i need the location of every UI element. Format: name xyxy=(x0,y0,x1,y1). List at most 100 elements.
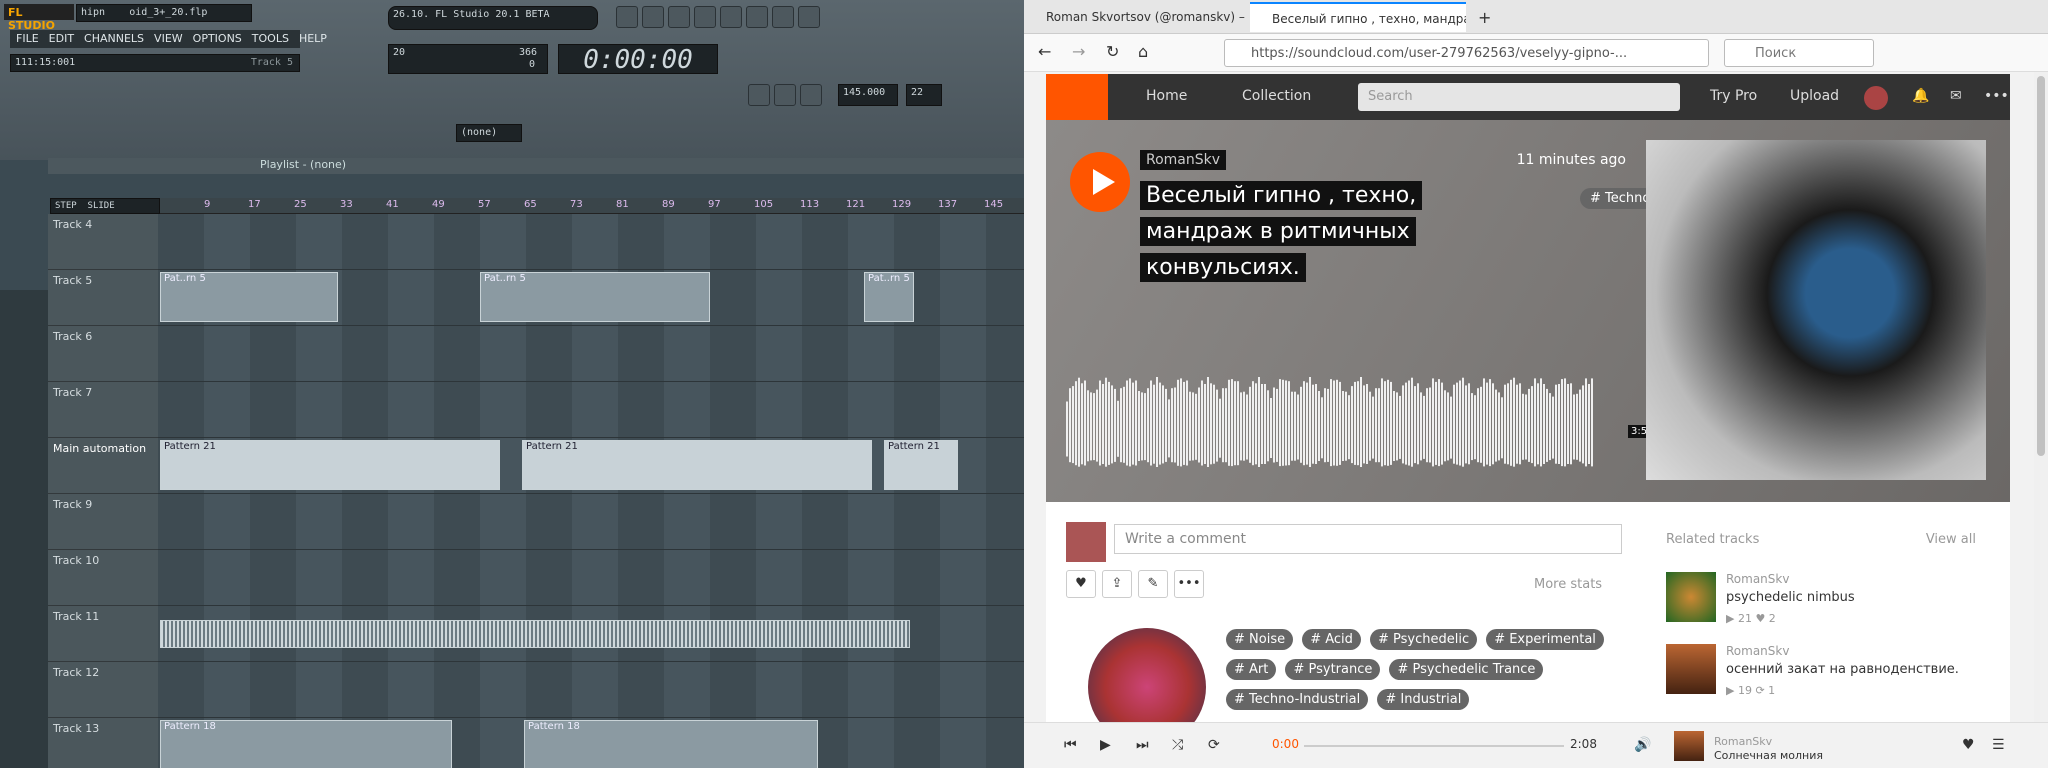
waveform-bar[interactable] xyxy=(1480,386,1482,463)
track-header[interactable]: Track 10 xyxy=(48,550,158,606)
waveform-bar[interactable] xyxy=(1249,386,1251,463)
waveform-bar[interactable] xyxy=(1504,384,1506,464)
waveform-bar[interactable] xyxy=(1465,385,1467,464)
pattern-number[interactable]: 22 xyxy=(906,84,942,106)
user-avatar[interactable] xyxy=(1864,86,1888,110)
waveform-bar[interactable] xyxy=(1369,391,1371,461)
menu-view[interactable]: VIEW xyxy=(154,32,183,46)
track-artist[interactable]: RomanSkv xyxy=(1140,150,1227,170)
edit-icon[interactable]: ✎ xyxy=(1138,570,1168,598)
pattern-clip[interactable] xyxy=(160,620,910,648)
next-icon[interactable]: ⏭ xyxy=(1136,737,1149,753)
scroll-thumb[interactable] xyxy=(2037,76,2045,456)
tag-psychedelic-trance[interactable]: # Psychedelic Trance xyxy=(1389,659,1544,680)
waveform-bar[interactable] xyxy=(1351,386,1353,464)
waveform-bar[interactable] xyxy=(1573,394,1575,460)
track-lane[interactable] xyxy=(158,550,1024,606)
waveform-bar[interactable] xyxy=(1102,384,1104,464)
track-lane[interactable] xyxy=(158,382,1024,438)
waveform-bar[interactable] xyxy=(1531,386,1533,464)
waveform[interactable] xyxy=(1066,360,1598,470)
waveform-bar[interactable] xyxy=(1483,378,1485,467)
waveform-bar[interactable] xyxy=(1261,384,1263,464)
waveform-bar[interactable] xyxy=(1147,388,1149,463)
waveform-bar[interactable] xyxy=(1393,391,1395,461)
waveform-bar[interactable] xyxy=(1273,387,1275,463)
waveform-bar[interactable] xyxy=(1198,387,1200,463)
waveform-bar[interactable] xyxy=(1549,393,1551,461)
waveform-bar[interactable] xyxy=(1528,388,1530,462)
pattern-clip[interactable]: Pattern 18 xyxy=(524,720,818,768)
waveform-bar[interactable] xyxy=(1399,395,1401,459)
waveform-bar[interactable] xyxy=(1291,391,1293,461)
waveform-bar[interactable] xyxy=(1387,379,1389,466)
comment-input[interactable]: Write a comment xyxy=(1114,524,1622,554)
waveform-bar[interactable] xyxy=(1522,393,1524,460)
waveform-bar[interactable] xyxy=(1204,384,1206,464)
waveform-bar[interactable] xyxy=(1459,380,1461,466)
track-lane[interactable] xyxy=(158,326,1024,382)
none-select[interactable]: (none) xyxy=(456,124,522,142)
volume-icon[interactable]: 🔊 xyxy=(1634,737,1651,753)
waveform-bar[interactable] xyxy=(1312,384,1314,464)
step-slide-toggle[interactable]: STEP SLIDE xyxy=(50,198,160,214)
waveform-bar[interactable] xyxy=(1210,383,1212,465)
prev-icon[interactable]: ⏮ xyxy=(1064,737,1077,753)
waveform-bar[interactable] xyxy=(1501,397,1503,459)
waveform-bar[interactable] xyxy=(1267,390,1269,462)
pattern-clip[interactable]: Pat..rn 5 xyxy=(864,272,914,322)
waveform-bar[interactable] xyxy=(1540,378,1542,467)
menu-tools[interactable]: TOOLS xyxy=(252,32,289,46)
player-like-icon[interactable]: ♥ xyxy=(1962,737,1975,753)
mixer-button[interactable] xyxy=(694,6,716,28)
render-button[interactable] xyxy=(668,6,690,28)
waveform-bar[interactable] xyxy=(1165,388,1167,462)
playlist-title[interactable]: Playlist - (none) xyxy=(260,158,346,171)
waveform-bar[interactable] xyxy=(1357,381,1359,466)
track-header[interactable]: Track 11 xyxy=(48,606,158,662)
waveform-bar[interactable] xyxy=(1264,384,1266,464)
waveform-bar[interactable] xyxy=(1159,382,1161,465)
waveform-bar[interactable] xyxy=(1156,377,1158,467)
page-scrollbar[interactable] xyxy=(2034,72,2048,722)
track-header[interactable]: Track 6 xyxy=(48,326,158,382)
waveform-bar[interactable] xyxy=(1456,382,1458,465)
track-lane[interactable] xyxy=(158,606,1024,662)
waveform-bar[interactable] xyxy=(1432,378,1434,467)
related-user[interactable]: RomanSkv xyxy=(1726,572,1789,586)
related-user[interactable]: RomanSkv xyxy=(1726,644,1789,658)
tag-experimental[interactable]: # Experimental xyxy=(1486,629,1604,650)
waveform-bar[interactable] xyxy=(1468,383,1470,465)
waveform-bar[interactable] xyxy=(1246,394,1248,460)
waveform-bar[interactable] xyxy=(1222,388,1224,463)
waveform-bar[interactable] xyxy=(1372,396,1374,459)
automation-clip[interactable]: Pattern 21 xyxy=(522,440,872,490)
waveform-bar[interactable] xyxy=(1117,400,1119,457)
waveform-bar[interactable] xyxy=(1591,378,1593,467)
waveform-bar[interactable] xyxy=(1195,393,1197,460)
waveform-bar[interactable] xyxy=(1324,388,1326,463)
waveform-bar[interactable] xyxy=(1450,396,1452,459)
waveform-bar[interactable] xyxy=(1363,385,1365,464)
track-lane[interactable]: Pat..rn 5 Pat..rn 5 Pat..rn 5 xyxy=(158,270,1024,326)
waveform-bar[interactable] xyxy=(1069,388,1071,463)
tempo-display[interactable]: 145.000 xyxy=(838,84,898,106)
tag-psychedelic[interactable]: # Psychedelic xyxy=(1369,629,1478,650)
waveform-bar[interactable] xyxy=(1168,399,1170,458)
menu-channels[interactable]: CHANNELS xyxy=(84,32,144,46)
pattern-clip[interactable]: Pat..rn 5 xyxy=(160,272,338,322)
waveform-bar[interactable] xyxy=(1582,385,1584,464)
waveform-bar[interactable] xyxy=(1078,377,1080,467)
waveform-bar[interactable] xyxy=(1162,385,1164,464)
repeat-icon[interactable]: ⟳ xyxy=(1208,737,1220,753)
waveform-bar[interactable] xyxy=(1453,384,1455,464)
waveform-bar[interactable] xyxy=(1333,380,1335,466)
shuffle-icon[interactable]: ⤮ xyxy=(1172,737,1183,753)
waveform-bar[interactable] xyxy=(1342,391,1344,461)
waveform-bar[interactable] xyxy=(1183,381,1185,465)
waveform-bar[interactable] xyxy=(1336,379,1338,466)
waveform-bar[interactable] xyxy=(1435,381,1437,465)
waveform-bar[interactable] xyxy=(1411,377,1413,467)
queue-icon[interactable]: ☰ xyxy=(1992,737,2005,753)
sc-search-input[interactable]: Search xyxy=(1358,83,1680,111)
